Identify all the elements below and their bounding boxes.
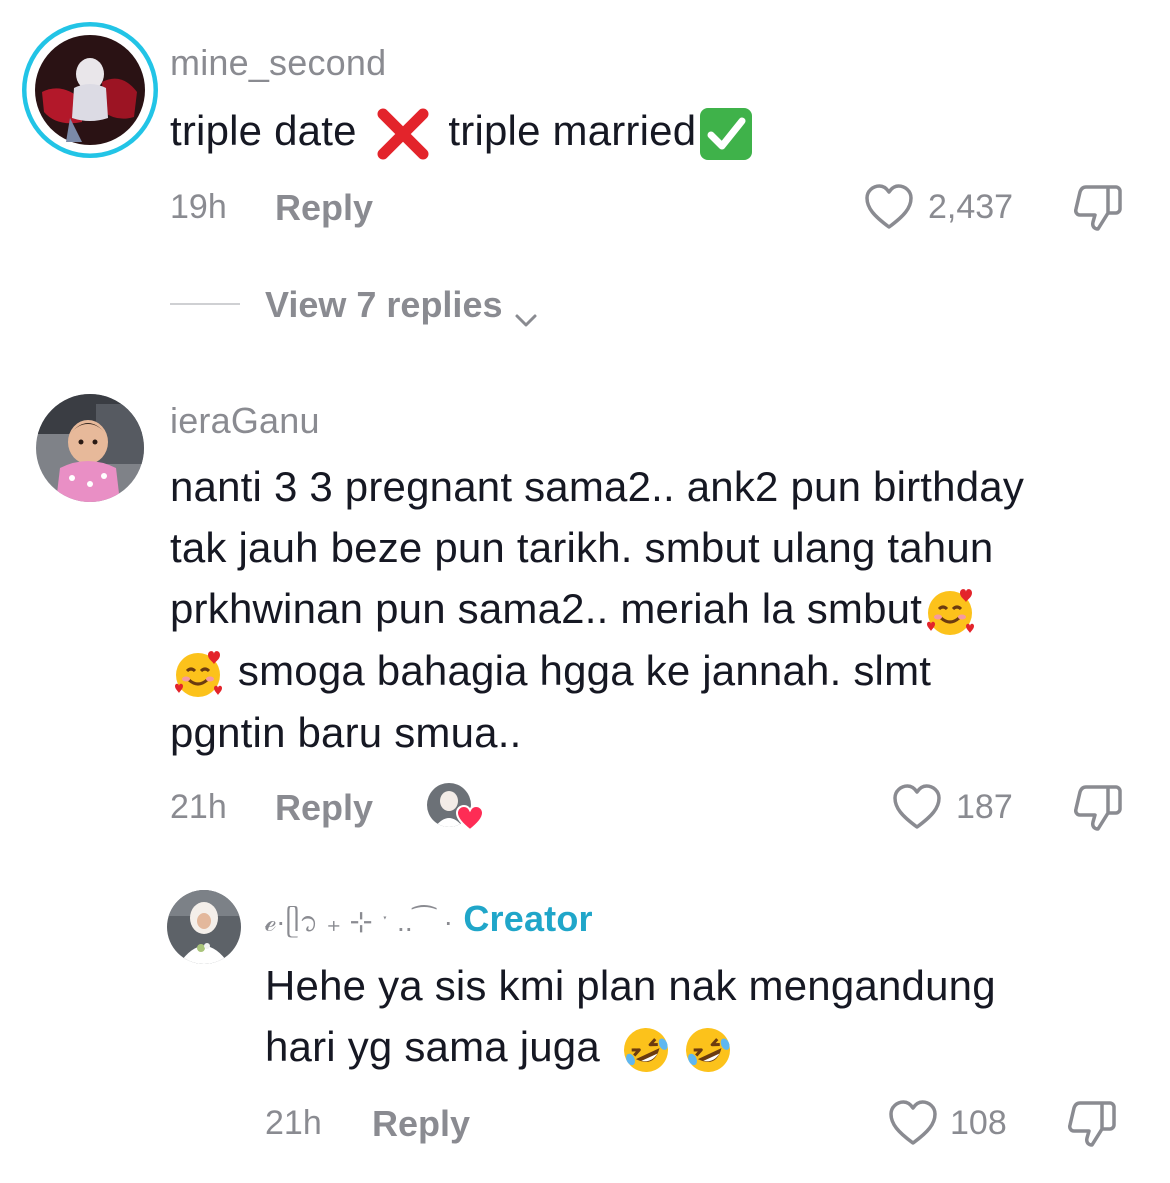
username-text: ℯ·ᥫ᭡ ₊ ⊹ ˑ ..⁀ · (265, 906, 454, 937)
heart-outline-icon[interactable] (888, 1100, 938, 1146)
rolling-on-floor-laughing-icon (680, 1022, 736, 1078)
comment-line: prkhwinan pun sama2.. meriah la smbut (170, 578, 1150, 640)
check-mark-button-icon (698, 106, 754, 162)
comment-text: triple date triple married (170, 100, 754, 162)
thumbs-down-icon[interactable] (1072, 783, 1124, 833)
timestamp: 19h (170, 188, 227, 226)
heart-outline-icon[interactable] (864, 184, 914, 230)
comment-line: hari yg sama juga (265, 1016, 1145, 1078)
heart-badge-icon (455, 804, 485, 832)
view-replies-label: View 7 replies (265, 284, 503, 325)
like-count: 108 (950, 1104, 1007, 1142)
like-count: 2,437 (928, 188, 1014, 226)
comment-text-part: triple date (170, 107, 369, 154)
avatar[interactable] (22, 22, 158, 158)
thumbs-down-icon[interactable] (1072, 183, 1124, 233)
comment-line: smoga bahagia hgga ke jannah. slmt (170, 640, 1150, 702)
chevron-down-icon (513, 297, 539, 327)
username[interactable]: ℯ·ᥫ᭡ ₊ ⊹ ˑ ..⁀ · Creator (265, 898, 593, 952)
comment-line-text: prkhwinan pun sama2.. meriah la smbut (170, 585, 923, 632)
reply-button[interactable]: Reply (275, 187, 373, 229)
comment-line-text: smoga bahagia hgga ke jannah. slmt (226, 646, 932, 694)
comment-line: Hehe ya sis kmi plan nak mengandung (265, 962, 996, 1009)
comment-line: pgntin baru smua.. (170, 708, 522, 756)
like-count: 187 (956, 788, 1013, 826)
username[interactable]: ieraGanu (170, 400, 320, 442)
comment-line: tak jauh beze pun tarikh. smbut ulang ta… (170, 524, 994, 571)
username[interactable]: mine_second (170, 42, 386, 84)
divider (170, 303, 240, 305)
smiling-face-with-hearts-icon (922, 584, 978, 640)
comment-text: nanti 3 3 pregnant sama2.. ank2 pun birt… (170, 456, 1150, 763)
creator-badge: Creator (463, 898, 593, 939)
heart-outline-icon[interactable] (892, 784, 942, 830)
reply-button[interactable]: Reply (372, 1103, 470, 1145)
avatar[interactable] (167, 890, 241, 964)
timestamp: 21h (265, 1104, 322, 1142)
reply-button[interactable]: Reply (275, 787, 373, 829)
comment-text-part: triple married (436, 107, 697, 154)
comment-line: nanti 3 3 pregnant sama2.. ank2 pun birt… (170, 463, 1025, 510)
cross-mark-icon (375, 106, 431, 162)
avatar[interactable] (36, 394, 144, 502)
view-replies-button[interactable]: View 7 replies (265, 284, 539, 327)
rolling-on-floor-laughing-icon (618, 1022, 674, 1078)
comment-text: Hehe ya sis kmi plan nak mengandung hari… (265, 955, 1145, 1078)
comment-line-text: hari yg sama juga (265, 1023, 612, 1070)
timestamp: 21h (170, 788, 227, 826)
thumbs-down-icon[interactable] (1066, 1099, 1118, 1149)
smiling-face-with-hearts-icon (170, 646, 226, 702)
